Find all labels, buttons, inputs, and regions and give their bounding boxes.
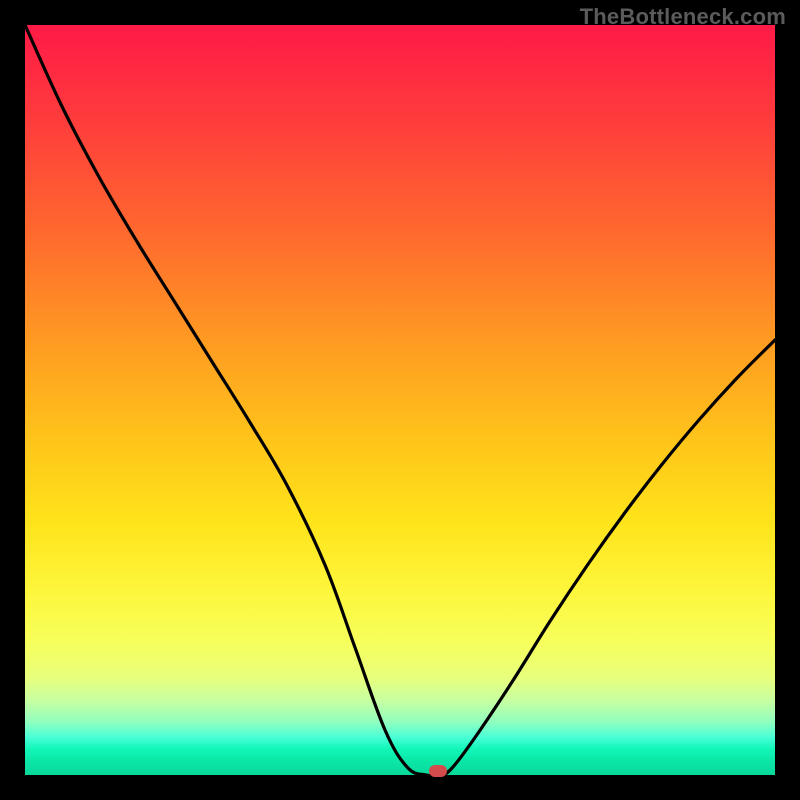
- bottleneck-curve: [25, 25, 775, 775]
- chart-frame: TheBottleneck.com: [0, 0, 800, 800]
- optimal-point-marker: [429, 765, 447, 777]
- plot-area: [25, 25, 775, 775]
